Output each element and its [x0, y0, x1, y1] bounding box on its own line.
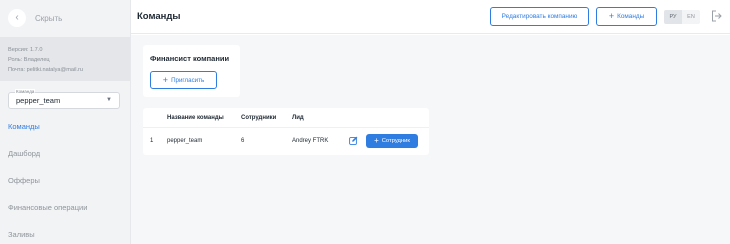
nav-item-dashboard[interactable]: Дашборд [8, 149, 40, 158]
team-select-value: pepper_team [16, 96, 61, 105]
edit-company-label: Редактировать компанию [501, 13, 578, 20]
lang-ru[interactable]: РУ [664, 10, 682, 24]
logout-icon[interactable] [711, 10, 722, 22]
role-text: Роль: Владелец [8, 57, 50, 63]
add-employee-label: Сотрудник [381, 138, 410, 144]
email-text: Почта: pelitki.natalya@mail.ru [8, 67, 83, 73]
hide-sidebar-button[interactable]: ‹ Скрыть [8, 9, 62, 27]
main-content: Финансист компании + Пригласить Название… [131, 35, 730, 244]
hide-sidebar-label: Скрыть [35, 13, 63, 23]
chevron-left-icon: ‹ [8, 9, 26, 27]
nav-item-offers[interactable]: Офферы [8, 176, 40, 185]
sidebar: ‹ Скрыть Версия: 1.7.0 Роль: Владелец По… [0, 0, 131, 244]
row-index: 1 [150, 138, 154, 144]
user-info: Версия: 1.7.0 Роль: Владелец Почта: peli… [0, 37, 130, 81]
invite-label: Пригласить [171, 76, 205, 84]
plus-icon: + [374, 136, 379, 145]
nav-item-fills[interactable]: Заливы [8, 230, 35, 239]
row-employees: 6 [241, 138, 245, 144]
add-employee-button[interactable]: + Сотрудник [366, 134, 418, 148]
caret-down-icon: ▼ [106, 97, 112, 103]
plus-icon: + [608, 11, 615, 21]
column-header-name: Название команды [167, 115, 224, 121]
language-switcher: РУ EN [664, 10, 700, 24]
table-divider [143, 127, 429, 128]
column-header-lead: Лид [292, 115, 304, 121]
nav-item-teams[interactable]: Команды [8, 122, 40, 131]
nav-item-finance[interactable]: Финансовые операции [8, 203, 87, 212]
column-header-employees: Сотрудники [241, 115, 277, 121]
edit-icon[interactable] [349, 136, 358, 145]
invite-button[interactable]: + Пригласить [150, 71, 217, 89]
teams-button[interactable]: + Команды [596, 7, 657, 26]
teams-table: Название команды Сотрудники Лид 1 pepper… [143, 108, 429, 155]
teams-button-label: Команды [617, 13, 645, 20]
plus-icon: + [162, 74, 169, 85]
top-header: Команды Редактировать компанию + Команды… [131, 0, 730, 34]
finance-card-title: Финансист компании [150, 54, 230, 63]
page-title: Команды [137, 11, 181, 22]
edit-company-button[interactable]: Редактировать компанию [490, 7, 589, 26]
version-text: Версия: 1.7.0 [8, 47, 43, 53]
team-select-label: Команда [15, 89, 36, 94]
row-team-name: pepper_team [167, 138, 203, 144]
lang-en[interactable]: EN [682, 10, 700, 24]
finance-card: Финансист компании + Пригласить [143, 45, 240, 97]
team-select[interactable]: Команда pepper_team ▼ [8, 89, 120, 109]
row-lead: Andrey FTRK [292, 138, 329, 144]
